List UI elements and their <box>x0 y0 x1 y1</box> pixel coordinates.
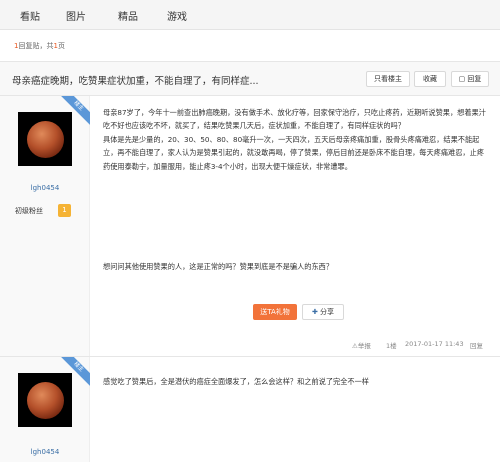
pager-bar: 1回复贴，共1页 <box>0 30 500 62</box>
top-nav: 看贴 图片 精品 游戏 <box>0 0 500 30</box>
author-panel: 楼主 lgh0454 初级粉丝 1 <box>0 96 90 356</box>
moon-image <box>27 121 64 158</box>
username[interactable]: lgh0454 <box>0 448 90 456</box>
post-content: 感觉吃了赞果后，全是潜伏的癌症全面爆发了，怎么会这样？和之前说了完全不一样 <box>103 377 369 386</box>
level-badge-icon: 1 <box>58 204 71 217</box>
moon-image <box>27 382 64 419</box>
thread-title: 母亲癌症晚期，吃赞果症状加重，不能自理了，有同样症... <box>12 76 259 87</box>
avatar[interactable] <box>18 373 72 427</box>
report-label: 举报 <box>357 342 371 350</box>
post-question: 想问问其他使用赞果的人，这是正常的吗？赞果到底是不是骗人的东西？ <box>103 262 334 271</box>
page-suffix: 页 <box>57 42 65 50</box>
plus-icon: ✚ <box>311 308 318 316</box>
tab-posts[interactable]: 看贴 <box>20 8 40 23</box>
tab-games[interactable]: 游戏 <box>167 8 187 23</box>
favorite-button[interactable]: 收藏 <box>414 71 446 87</box>
tab-images[interactable]: 图片 <box>66 8 86 23</box>
post-2: 楼主 lgh0454 感觉吃了赞果后，全是潜伏的癌症全面爆发了，怎么会这样？和之… <box>0 357 500 462</box>
post-paragraph: 母亲87岁了，今年十一前查出肺癌晚期，没有做手术、放化疗等，回家保守治疗，只吃止… <box>103 108 486 131</box>
thread-header: 母亲癌症晚期，吃赞果症状加重，不能自理了，有同样症... 只看楼主 收藏 ▢ 回… <box>0 62 500 96</box>
avatar[interactable] <box>18 112 72 166</box>
reply-button[interactable]: ▢ 回复 <box>451 71 489 87</box>
post-1: 楼主 lgh0454 初级粉丝 1 母亲87岁了，今年十一前查出肺癌晚期，没有做… <box>0 96 500 357</box>
reply-text: 回复贴，共 <box>18 42 54 50</box>
floor-number: 1楼 <box>386 342 397 350</box>
post-reply-link[interactable]: 回复 <box>470 340 483 350</box>
report-link[interactable]: ⚠举报 <box>352 340 371 350</box>
post-paragraph: 具体是先是少量的，20、30、50、80、80毫升一次，一天四次，五天后母亲疼痛… <box>103 134 484 171</box>
reply-summary: 1回复贴，共1页 <box>14 41 65 51</box>
fan-level: 初级粉丝 <box>15 207 43 215</box>
reply-icon: ▢ <box>458 75 466 83</box>
username[interactable]: lgh0454 <box>0 184 90 192</box>
share-button[interactable]: ✚ 分享 <box>302 304 344 320</box>
reply-button-label: 回复 <box>467 75 482 83</box>
share-label: 分享 <box>320 308 335 316</box>
post-content: 母亲87岁了，今年十一前查出肺癌晚期，没有做手术、放化疗等，回家保守治疗，只吃止… <box>103 106 488 173</box>
tab-featured[interactable]: 精品 <box>118 8 138 23</box>
send-gift-button[interactable]: 送TA礼物 <box>253 304 297 320</box>
author-panel: 楼主 lgh0454 <box>0 357 90 462</box>
post-time: 2017-01-17 11:43 <box>405 340 464 348</box>
only-op-button[interactable]: 只看楼主 <box>366 71 410 87</box>
